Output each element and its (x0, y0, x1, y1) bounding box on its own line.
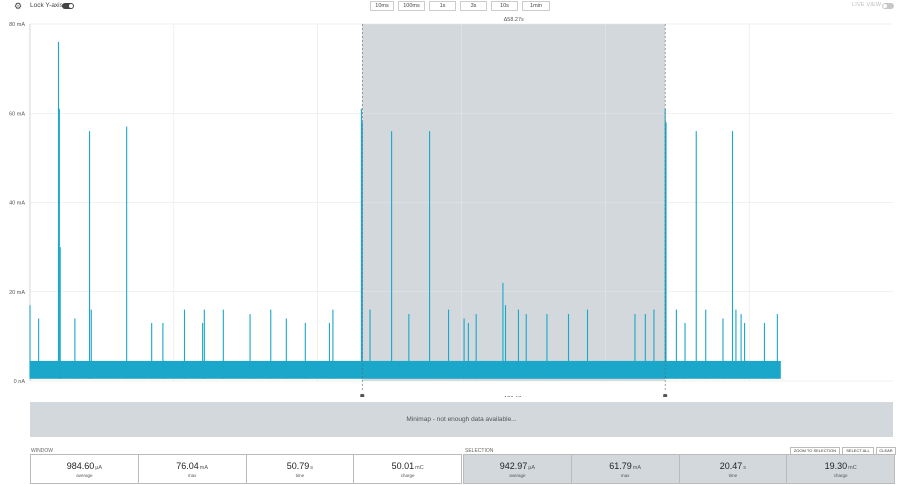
selection-average: 942.97μA average (464, 455, 572, 483)
selection-charge-unit: mC (848, 465, 857, 471)
selection-end-handle (663, 394, 668, 397)
window-time: 50.79s time (247, 455, 355, 483)
live-view-toggle[interactable] (882, 3, 894, 9)
live-view-label: LIVE VIEW (852, 2, 882, 8)
lock-y-axis-toggle[interactable] (62, 3, 74, 9)
selection-max-unit: mA (632, 465, 642, 471)
baseline-band (30, 360, 781, 379)
selection-time-value: 20.47 (719, 461, 743, 471)
window-charge: 50.01mC charge (354, 455, 461, 483)
window-max-unit: mA (199, 465, 209, 471)
y-tick-label: 0 nA (14, 379, 26, 385)
zoom-10ms-button[interactable]: 10ms (370, 1, 394, 11)
zoom-buttons: 10ms 100ms 1s 3s 10s 1min (370, 1, 554, 11)
lock-y-axis-label: Lock Y-axis (30, 2, 63, 9)
window-average-value: 984.60 (66, 461, 95, 471)
selection-bottom-delta: Δ20.47s (504, 396, 524, 397)
selection-time-unit: s (743, 465, 747, 471)
selection-max-value: 61.79 (609, 461, 632, 471)
selection-max: 61.79mA max (572, 455, 680, 483)
selection-average-value: 942.97 (499, 461, 528, 471)
selection-time: 20.47s time (680, 455, 788, 483)
selection-average-unit: μA (528, 465, 536, 471)
selection-average-label: average (509, 473, 526, 478)
window-max: 76.04mA max (139, 455, 247, 483)
selection-charge: 19.30mC charge (787, 455, 894, 483)
window-time-unit: s (310, 465, 314, 471)
y-tick-label: 60 mA (9, 111, 25, 117)
window-max-value: 76.04 (176, 461, 199, 471)
window-time-value: 50.79 (286, 461, 310, 471)
y-tick-label: 20 mA (9, 290, 25, 296)
selection-top-delta: Δ58.27s (504, 17, 524, 23)
selection-charge-label: charge (833, 473, 848, 478)
selection-max-label: max (620, 473, 630, 478)
window-average-unit: μA (95, 465, 103, 471)
window-max-label: max (187, 473, 197, 478)
gear-icon[interactable]: ⚙ (14, 1, 22, 12)
selection-start-handle (360, 394, 365, 397)
selection-time-label: time (728, 473, 738, 478)
minimap-message: Minimap - not enough data available... (406, 416, 517, 423)
zoom-100ms-button[interactable]: 100ms (398, 1, 425, 11)
window-stats: 984.60μA average 76.04mA max 50.79s time… (30, 454, 462, 484)
window-charge-value: 50.01 (391, 461, 415, 471)
zoom-10s-button[interactable]: 10s (491, 1, 518, 11)
y-tick-label: 80 mA (9, 22, 25, 28)
zoom-1s-button[interactable]: 1s (429, 1, 456, 11)
window-charge-unit: mC (415, 465, 424, 471)
window-charge-label: charge (400, 473, 415, 478)
zoom-3s-button[interactable]: 3s (460, 1, 487, 11)
window-average-label: average (76, 473, 93, 478)
window-average: 984.60μA average (31, 455, 139, 483)
current-chart[interactable]: 80 mA 60 mA 40 mA 20 mA 0 nA Δ58.27s Δ20.47s (0, 12, 900, 397)
selection-charge-value: 19.30 (824, 461, 848, 471)
selection-stats: 942.97μA average 61.79mA max 20.47s time… (463, 454, 895, 484)
minimap[interactable]: Minimap - not enough data available... (30, 402, 893, 437)
window-time-label: time (295, 473, 305, 478)
zoom-1min-button[interactable]: 1min (522, 1, 550, 11)
y-tick-label: 40 mA (9, 201, 25, 207)
